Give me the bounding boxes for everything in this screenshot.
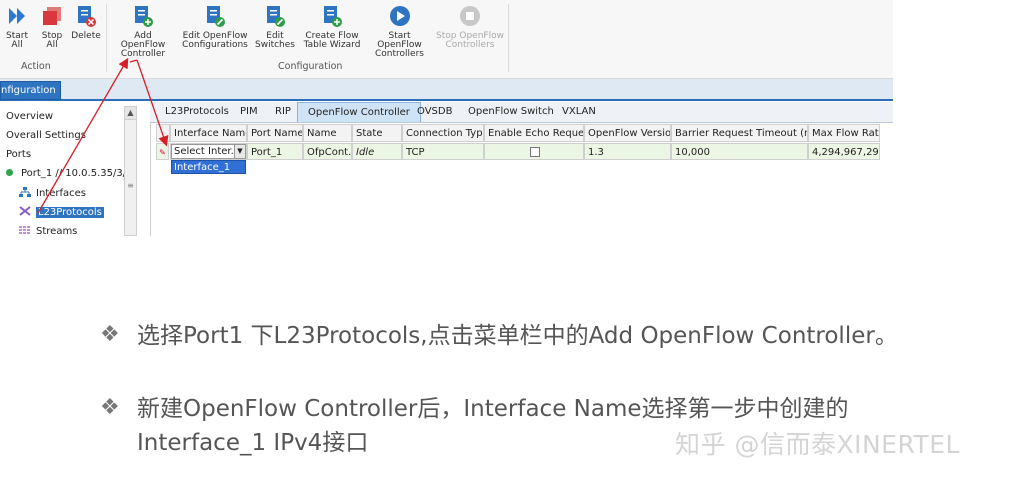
arrow-to-add-button (37, 57, 129, 214)
bullet-icon: ❖ (100, 395, 120, 420)
instruction-line-1: 选择Port1 下L23Protocols,点击菜单栏中的Add OpenFlo… (137, 323, 898, 349)
arrow-connector (129, 59, 138, 63)
instruction-line-2: 新建OpenFlow Controller后，Interface Name选择第… (137, 396, 849, 422)
bullet-icon: ❖ (100, 322, 120, 347)
instruction-line-3: Interface_1 IPv4接口 (137, 430, 369, 456)
application-screenshot: Start All Stop All Delete Action Add Ope… (0, 0, 893, 236)
annotation-arrows (37, 57, 169, 214)
arrow-to-new-row (136, 59, 169, 147)
watermark: 知乎 @信而泰XINERTEL (675, 430, 960, 459)
